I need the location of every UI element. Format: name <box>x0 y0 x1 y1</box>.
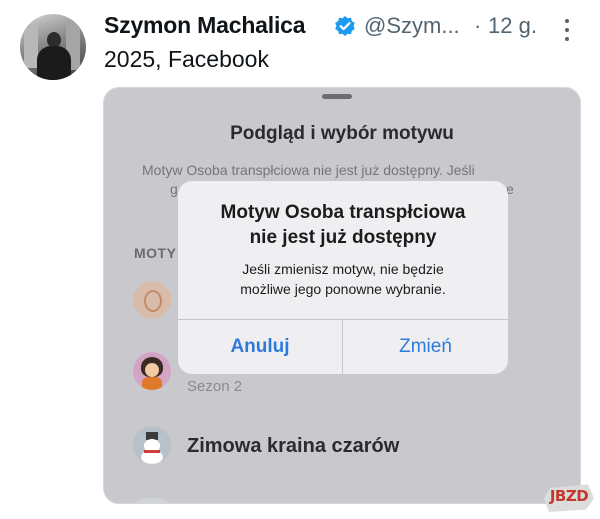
snowman-icon[interactable] <box>133 426 171 464</box>
author-handle[interactable]: @Szym... <box>364 13 460 39</box>
sheet-drag-handle <box>322 94 352 99</box>
avatar-person-body <box>37 46 71 80</box>
site-watermark-logo: JBZD <box>544 482 594 512</box>
sheet-title: Podgląd i wybór motywu <box>230 123 454 144</box>
watermark-text: JBZD <box>549 487 589 505</box>
alert-message-line: Jeśli zmienisz motyw, nie będzie <box>242 261 444 277</box>
meta-separator: · <box>474 13 482 38</box>
snowman-scarf <box>144 450 160 453</box>
tweet-text: 2025, Facebook <box>104 46 269 72</box>
doll-dress <box>142 377 162 390</box>
more-dot <box>565 19 569 23</box>
sheet-description: Motyw Osoba transpłciowa nie jest już do… <box>142 162 475 178</box>
swan-icon[interactable] <box>133 281 171 319</box>
more-dot <box>565 28 569 32</box>
theme-name[interactable]: Zimowa kraina czarów <box>187 435 399 458</box>
change-button[interactable]: Zmień <box>343 320 508 374</box>
alert-title-line: Motyw Osoba transpłciowa <box>220 202 466 223</box>
tweet-timestamp[interactable]: 12 g. <box>488 13 537 39</box>
author-name[interactable]: Szymon Machalica <box>104 12 306 39</box>
doll-icon[interactable] <box>133 352 171 390</box>
themes-section-label: MOTY <box>134 245 177 261</box>
alert-title: Motyw Osoba transpłciowa nie jest już do… <box>178 200 508 250</box>
alert-message-line: możliwe jego ponowne wybranie. <box>240 281 446 297</box>
alert-title-line: nie jest już dostępny <box>249 227 437 248</box>
alert-message: Jeśli zmienisz motyw, nie będzie możliwe… <box>178 259 508 299</box>
sheet-description-fragment: g <box>170 181 178 197</box>
theme-subtitle: Sezon 2 <box>187 378 243 395</box>
more-dot <box>565 37 569 41</box>
doll-face <box>145 363 159 377</box>
avatar-building-left <box>24 24 38 68</box>
verified-badge-icon <box>335 16 355 36</box>
author-avatar[interactable] <box>20 14 86 80</box>
more-options-icon[interactable] <box>558 16 576 42</box>
cancel-button[interactable]: Anuluj <box>178 320 342 374</box>
alert-dialog: Motyw Osoba transpłciowa nie jest już do… <box>178 181 508 374</box>
theme-icon-partial[interactable] <box>133 498 171 503</box>
tweet-media-screenshot[interactable]: Podgląd i wybór motywu Motyw Osoba trans… <box>103 87 581 504</box>
